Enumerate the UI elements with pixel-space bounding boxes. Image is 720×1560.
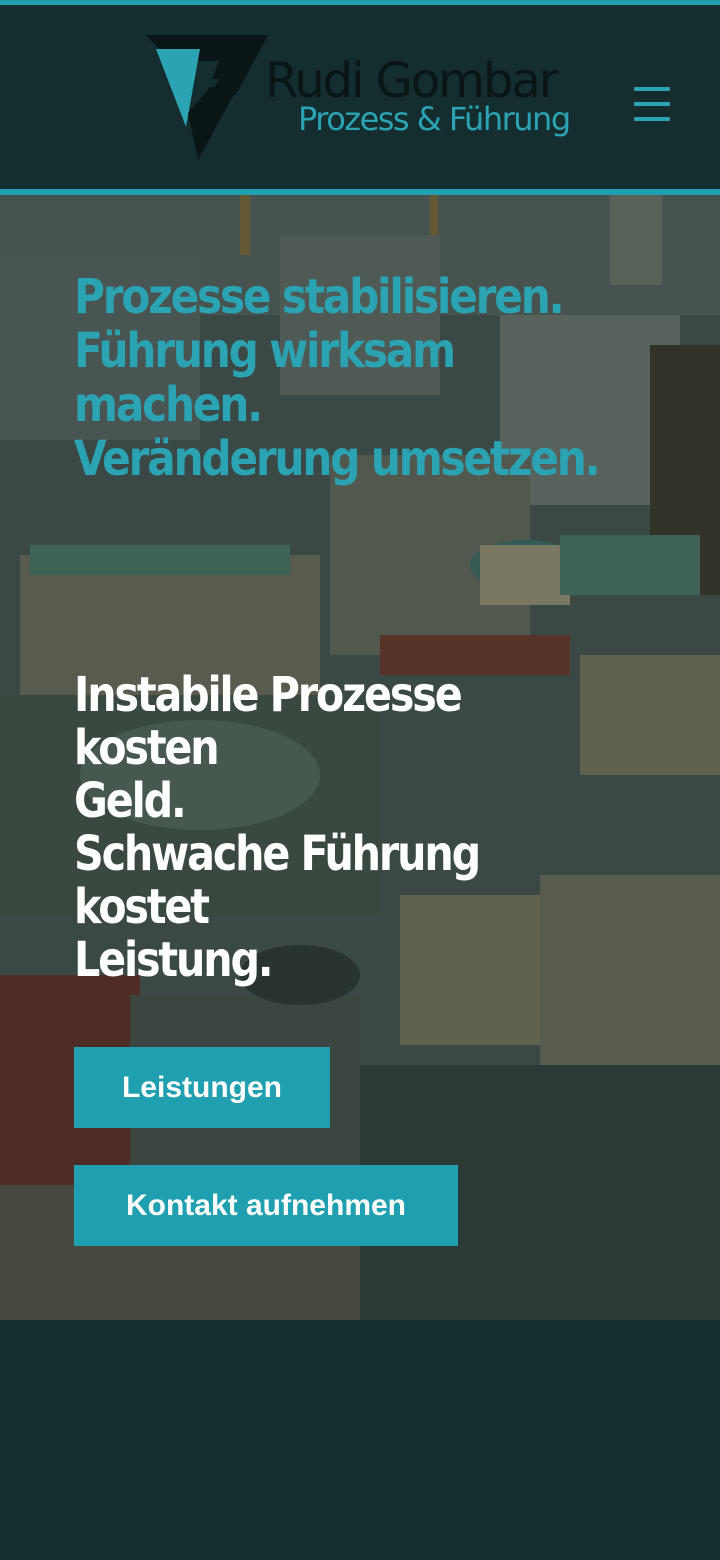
hero-sub-line: Geld. (74, 773, 187, 829)
services-button[interactable]: Leistungen (74, 1047, 330, 1128)
hero-headline-line: Prozesse stabilisieren. (74, 269, 565, 325)
logo-mark-icon (146, 35, 268, 160)
hamburger-menu-icon[interactable] (628, 83, 676, 125)
below-hero-section (0, 1320, 720, 1560)
hero-headline-line: Veränderung umsetzen. (74, 431, 601, 487)
site-header: Rudi Gombar Prozess & Führung (0, 5, 720, 190)
hero-subheadline: Instabile Prozesse kosten Geld. Schwache… (74, 669, 607, 987)
hero-headline-line: Führung wirksam (74, 323, 456, 379)
site-logo[interactable]: Rudi Gombar Prozess & Führung (140, 35, 590, 170)
hero-sub-line: Instabile Prozesse kosten (74, 667, 463, 776)
hero-sub-line: Leistung. (74, 932, 274, 988)
hero-headline-line: machen. (74, 377, 263, 433)
hero-sub-line: Schwache Führung kostet (74, 826, 481, 935)
hero-headline: Prozesse stabilisieren. Führung wirksam … (74, 270, 611, 486)
hero-section: Prozesse stabilisieren. Führung wirksam … (0, 195, 720, 1320)
contact-button[interactable]: Kontakt aufnehmen (74, 1165, 458, 1246)
brand-tagline: Prozess & Führung (298, 100, 571, 138)
